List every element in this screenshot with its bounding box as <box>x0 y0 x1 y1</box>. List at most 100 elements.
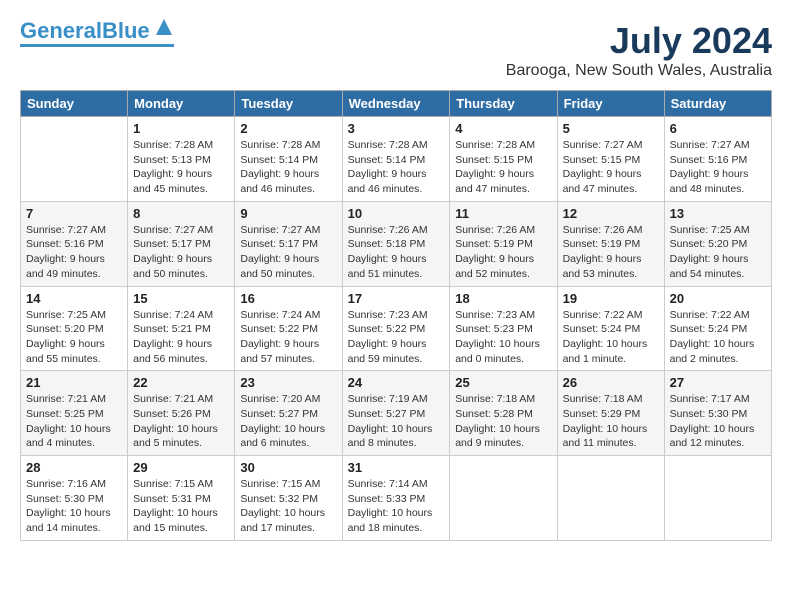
calendar-cell: 30 Sunrise: 7:15 AM Sunset: 5:32 PM Dayl… <box>235 456 342 541</box>
cell-info: Sunrise: 7:16 AM Sunset: 5:30 PM Dayligh… <box>26 477 122 536</box>
cell-info: Sunrise: 7:27 AM Sunset: 5:16 PM Dayligh… <box>26 223 122 282</box>
cell-info: Sunrise: 7:21 AM Sunset: 5:25 PM Dayligh… <box>26 392 122 451</box>
daylight-label: Daylight: 9 hours and 46 minutes. <box>240 168 319 195</box>
calendar-cell: 14 Sunrise: 7:25 AM Sunset: 5:20 PM Dayl… <box>21 286 128 371</box>
sunset-label: Sunset: 5:22 PM <box>240 323 318 335</box>
column-header-thursday: Thursday <box>450 91 557 117</box>
sunrise-label: Sunrise: 7:26 AM <box>563 224 643 236</box>
day-number: 17 <box>348 291 445 306</box>
column-header-monday: Monday <box>128 91 235 117</box>
daylight-label: Daylight: 10 hours and 5 minutes. <box>133 423 218 450</box>
calendar-cell <box>664 456 771 541</box>
sunset-label: Sunset: 5:24 PM <box>563 323 641 335</box>
calendar-cell: 29 Sunrise: 7:15 AM Sunset: 5:31 PM Dayl… <box>128 456 235 541</box>
sunset-label: Sunset: 5:15 PM <box>563 154 641 166</box>
logo-icon <box>154 17 174 37</box>
cell-info: Sunrise: 7:24 AM Sunset: 5:21 PM Dayligh… <box>133 308 229 367</box>
daylight-label: Daylight: 10 hours and 0 minutes. <box>455 338 540 365</box>
sunrise-label: Sunrise: 7:21 AM <box>26 393 106 405</box>
day-number: 19 <box>563 291 659 306</box>
calendar-week-5: 28 Sunrise: 7:16 AM Sunset: 5:30 PM Dayl… <box>21 456 772 541</box>
day-number: 30 <box>240 460 336 475</box>
day-number: 7 <box>26 206 122 221</box>
column-header-saturday: Saturday <box>664 91 771 117</box>
sunrise-label: Sunrise: 7:14 AM <box>348 478 428 490</box>
day-number: 5 <box>563 121 659 136</box>
daylight-label: Daylight: 9 hours and 46 minutes. <box>348 168 427 195</box>
cell-info: Sunrise: 7:22 AM Sunset: 5:24 PM Dayligh… <box>563 308 659 367</box>
daylight-label: Daylight: 9 hours and 55 minutes. <box>26 338 105 365</box>
day-number: 24 <box>348 375 445 390</box>
daylight-label: Daylight: 10 hours and 4 minutes. <box>26 423 111 450</box>
cell-info: Sunrise: 7:23 AM Sunset: 5:23 PM Dayligh… <box>455 308 551 367</box>
sunset-label: Sunset: 5:17 PM <box>240 238 318 250</box>
daylight-label: Daylight: 9 hours and 52 minutes. <box>455 253 534 280</box>
daylight-label: Daylight: 9 hours and 51 minutes. <box>348 253 427 280</box>
sunrise-label: Sunrise: 7:18 AM <box>455 393 535 405</box>
sunrise-label: Sunrise: 7:25 AM <box>670 224 750 236</box>
calendar-cell: 15 Sunrise: 7:24 AM Sunset: 5:21 PM Dayl… <box>128 286 235 371</box>
sunrise-label: Sunrise: 7:16 AM <box>26 478 106 490</box>
page-header: GeneralBlue July 2024 Barooga, New South… <box>20 20 772 80</box>
logo: GeneralBlue <box>20 20 174 47</box>
calendar-cell: 20 Sunrise: 7:22 AM Sunset: 5:24 PM Dayl… <box>664 286 771 371</box>
cell-info: Sunrise: 7:26 AM Sunset: 5:18 PM Dayligh… <box>348 223 445 282</box>
sunset-label: Sunset: 5:13 PM <box>133 154 211 166</box>
cell-info: Sunrise: 7:18 AM Sunset: 5:29 PM Dayligh… <box>563 392 659 451</box>
sunrise-label: Sunrise: 7:15 AM <box>240 478 320 490</box>
calendar-cell <box>557 456 664 541</box>
day-number: 11 <box>455 206 551 221</box>
calendar-header-row: SundayMondayTuesdayWednesdayThursdayFrid… <box>21 91 772 117</box>
daylight-label: Daylight: 10 hours and 8 minutes. <box>348 423 433 450</box>
daylight-label: Daylight: 9 hours and 53 minutes. <box>563 253 642 280</box>
sunrise-label: Sunrise: 7:26 AM <box>348 224 428 236</box>
day-number: 13 <box>670 206 766 221</box>
day-number: 21 <box>26 375 122 390</box>
day-number: 31 <box>348 460 445 475</box>
daylight-label: Daylight: 9 hours and 47 minutes. <box>563 168 642 195</box>
calendar-cell: 9 Sunrise: 7:27 AM Sunset: 5:17 PM Dayli… <box>235 201 342 286</box>
cell-info: Sunrise: 7:23 AM Sunset: 5:22 PM Dayligh… <box>348 308 445 367</box>
cell-info: Sunrise: 7:27 AM Sunset: 5:16 PM Dayligh… <box>670 138 766 197</box>
day-number: 14 <box>26 291 122 306</box>
cell-info: Sunrise: 7:28 AM Sunset: 5:13 PM Dayligh… <box>133 138 229 197</box>
calendar-cell: 10 Sunrise: 7:26 AM Sunset: 5:18 PM Dayl… <box>342 201 450 286</box>
cell-info: Sunrise: 7:26 AM Sunset: 5:19 PM Dayligh… <box>563 223 659 282</box>
calendar-cell: 24 Sunrise: 7:19 AM Sunset: 5:27 PM Dayl… <box>342 371 450 456</box>
sunset-label: Sunset: 5:28 PM <box>455 408 533 420</box>
cell-info: Sunrise: 7:25 AM Sunset: 5:20 PM Dayligh… <box>670 223 766 282</box>
day-number: 16 <box>240 291 336 306</box>
day-number: 23 <box>240 375 336 390</box>
logo-underline <box>20 44 174 47</box>
sunrise-label: Sunrise: 7:23 AM <box>348 309 428 321</box>
calendar-cell: 4 Sunrise: 7:28 AM Sunset: 5:15 PM Dayli… <box>450 117 557 202</box>
calendar-cell <box>450 456 557 541</box>
calendar-table: SundayMondayTuesdayWednesdayThursdayFrid… <box>20 90 772 541</box>
sunset-label: Sunset: 5:18 PM <box>348 238 426 250</box>
sunrise-label: Sunrise: 7:26 AM <box>455 224 535 236</box>
sunrise-label: Sunrise: 7:19 AM <box>348 393 428 405</box>
daylight-label: Daylight: 9 hours and 59 minutes. <box>348 338 427 365</box>
calendar-week-3: 14 Sunrise: 7:25 AM Sunset: 5:20 PM Dayl… <box>21 286 772 371</box>
calendar-cell: 12 Sunrise: 7:26 AM Sunset: 5:19 PM Dayl… <box>557 201 664 286</box>
sunset-label: Sunset: 5:19 PM <box>455 238 533 250</box>
daylight-label: Daylight: 10 hours and 1 minute. <box>563 338 648 365</box>
sunrise-label: Sunrise: 7:24 AM <box>240 309 320 321</box>
sunrise-label: Sunrise: 7:28 AM <box>133 139 213 151</box>
sunrise-label: Sunrise: 7:27 AM <box>133 224 213 236</box>
calendar-week-2: 7 Sunrise: 7:27 AM Sunset: 5:16 PM Dayli… <box>21 201 772 286</box>
day-number: 1 <box>133 121 229 136</box>
sunrise-label: Sunrise: 7:15 AM <box>133 478 213 490</box>
sunset-label: Sunset: 5:33 PM <box>348 493 426 505</box>
sunset-label: Sunset: 5:17 PM <box>133 238 211 250</box>
daylight-label: Daylight: 10 hours and 12 minutes. <box>670 423 755 450</box>
title-section: July 2024 Barooga, New South Wales, Aust… <box>506 20 772 80</box>
cell-info: Sunrise: 7:27 AM Sunset: 5:17 PM Dayligh… <box>133 223 229 282</box>
day-number: 27 <box>670 375 766 390</box>
day-number: 15 <box>133 291 229 306</box>
day-number: 22 <box>133 375 229 390</box>
calendar-cell: 1 Sunrise: 7:28 AM Sunset: 5:13 PM Dayli… <box>128 117 235 202</box>
cell-info: Sunrise: 7:19 AM Sunset: 5:27 PM Dayligh… <box>348 392 445 451</box>
sunset-label: Sunset: 5:32 PM <box>240 493 318 505</box>
sunrise-label: Sunrise: 7:28 AM <box>240 139 320 151</box>
